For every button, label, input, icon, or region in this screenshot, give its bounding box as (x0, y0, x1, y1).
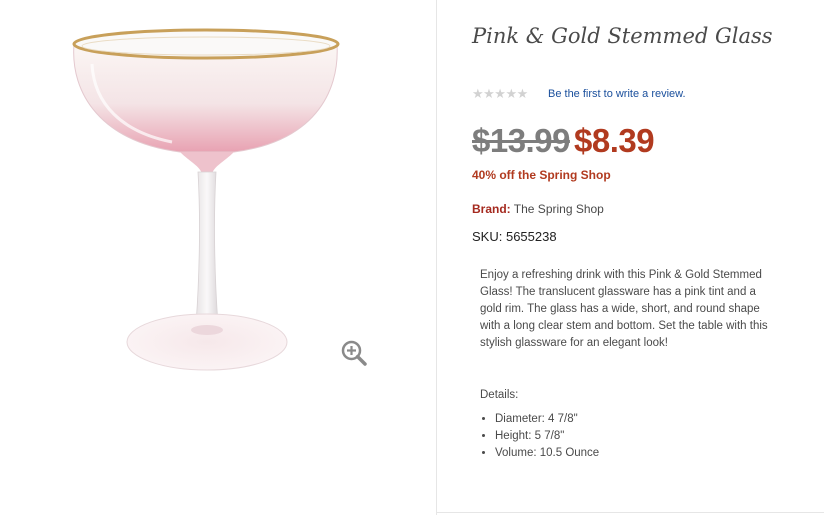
zoom-in-icon[interactable] (340, 339, 368, 367)
brand-info: Brand: The Spring Shop (472, 202, 604, 216)
brand-label: Brand: (472, 202, 511, 216)
brand-value: The Spring Shop (513, 202, 604, 216)
detail-item-diameter: Diameter: 4 7/8" (495, 411, 599, 428)
product-title: Pink & Gold Stemmed Glass (472, 24, 773, 48)
product-description: Enjoy a refreshing drink with this Pink … (480, 269, 768, 349)
promo-text: 40% off the Spring Shop (472, 168, 611, 182)
sku-value: 5655238 (505, 229, 557, 244)
detail-item-volume: Volume: 10.5 Ounce (495, 445, 599, 462)
details-heading: Details: (480, 389, 519, 401)
sku-label: SKU: (472, 229, 503, 244)
product-image-area (0, 0, 436, 515)
product-image[interactable] (62, 24, 352, 374)
sale-price: $8.39 (574, 122, 655, 159)
write-review-link[interactable]: Be the first to write a review. (548, 88, 686, 100)
star-rating-icon[interactable]: ★★★★★ (472, 86, 528, 102)
original-price: $13.99 (472, 122, 570, 159)
detail-item-height: Height: 5 7/8" (495, 428, 599, 445)
details-list: Diameter: 4 7/8" Height: 5 7/8" Volume: … (480, 411, 599, 462)
panel-bottom-border (436, 512, 824, 513)
sku-info: SKU: 5655238 (472, 229, 557, 244)
panel-divider (436, 0, 437, 515)
